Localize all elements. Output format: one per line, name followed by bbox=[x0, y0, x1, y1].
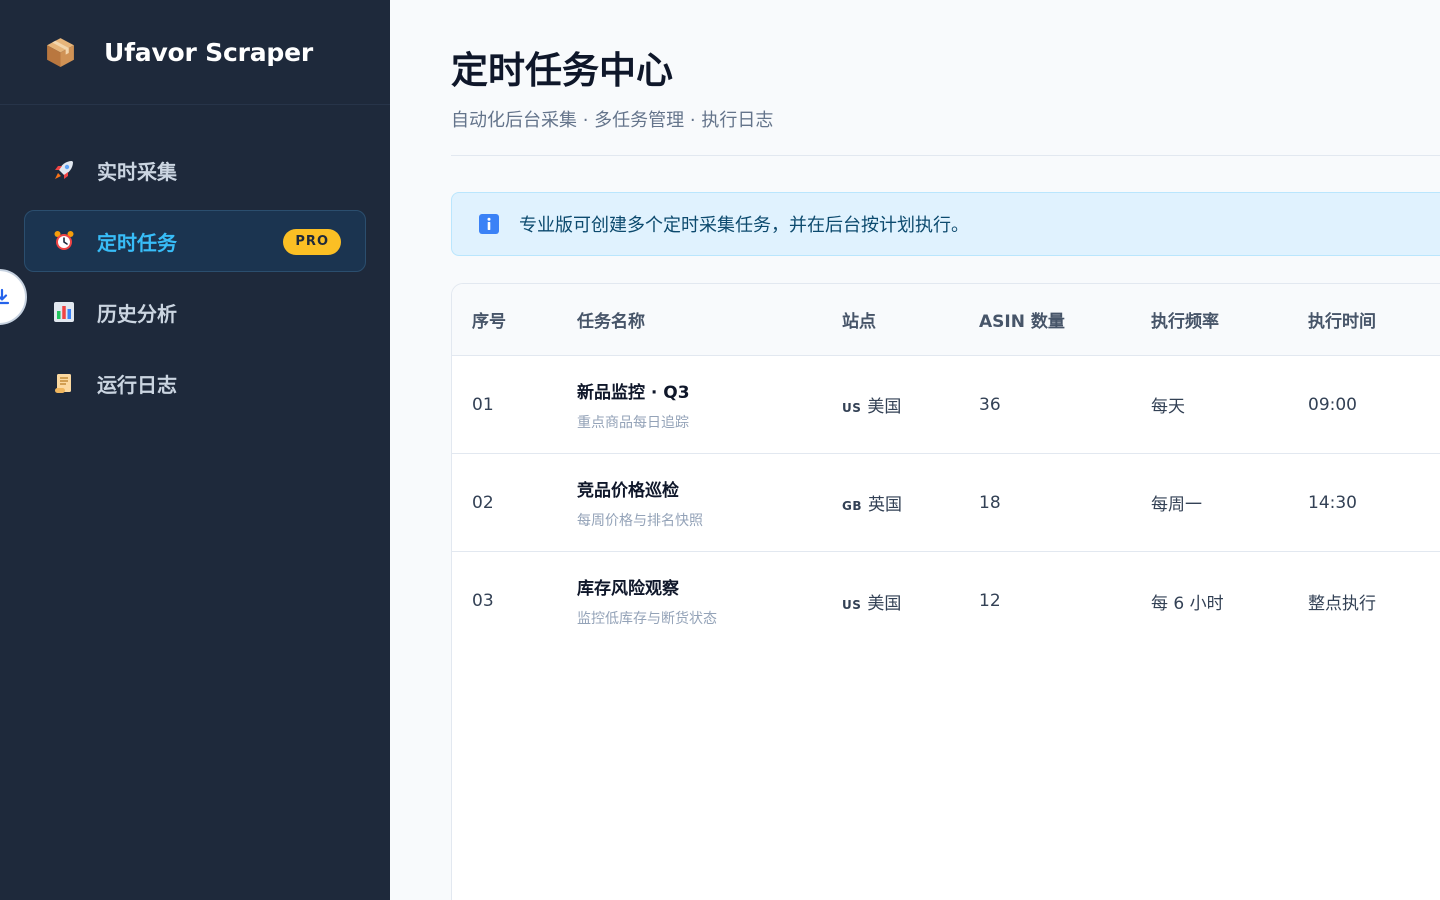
cell-task: 新品监控 · Q3 重点商品每日追踪 bbox=[577, 378, 842, 432]
rocket-icon bbox=[55, 161, 73, 179]
page-header: 定时任务中心 自动化后台采集 · 多任务管理 · 执行日志 bbox=[451, 0, 1440, 156]
task-description: 每周价格与排名快照 bbox=[577, 512, 703, 529]
bar-chart-icon bbox=[54, 302, 74, 322]
site-name: 美国 bbox=[867, 397, 902, 417]
app-name: Ufavor Scraper bbox=[104, 37, 313, 67]
sidebar-nav: 实时采集 定时任务 PRO 历史分析 运行日志 bbox=[0, 105, 390, 414]
sidebar-item-label: 定时任务 bbox=[97, 230, 177, 255]
site-flag-code: US bbox=[842, 401, 862, 415]
task-name: 库存风险观察 bbox=[577, 579, 679, 599]
page-subtitle: 自动化后台采集 · 多任务管理 · 执行日志 bbox=[451, 110, 774, 131]
site-flag-code: GB bbox=[842, 499, 862, 513]
cell-frequency: 每 6 小时 bbox=[1151, 593, 1224, 614]
table-row[interactable]: 02 竞品价格巡检 每周价格与排名快照 GB 英国 18 每周一 14:30 bbox=[452, 454, 1440, 552]
site-name: 英国 bbox=[868, 495, 902, 515]
info-icon bbox=[479, 214, 499, 234]
cell-frequency: 每天 bbox=[1151, 397, 1185, 417]
column-header-frequency[interactable]: 执行频率 bbox=[1151, 307, 1308, 332]
sidebar-item-scheduled[interactable]: 定时任务 PRO bbox=[24, 210, 366, 272]
task-description: 监控低库存与断货状态 bbox=[577, 611, 717, 627]
cell-time: 整点执行 bbox=[1308, 593, 1376, 614]
task-name: 竞品价格巡检 bbox=[577, 480, 679, 501]
site-flag-code: US bbox=[842, 597, 862, 612]
sidebar-item-label: 运行日志 bbox=[97, 372, 177, 397]
cell-site: US 美国 bbox=[842, 392, 979, 417]
download-arrow-icon bbox=[0, 288, 10, 305]
pro-badge: PRO bbox=[283, 229, 341, 255]
main-content: 定时任务中心 自动化后台采集 · 多任务管理 · 执行日志 专业版可创建多个定时… bbox=[390, 0, 1440, 900]
task-table: 序号 任务名称 站点 ASIN 数量 执行频率 执行时间 01 新品监控 · Q… bbox=[451, 283, 1440, 900]
column-header-index[interactable]: 序号 bbox=[452, 307, 577, 332]
cell-index: 02 bbox=[472, 492, 494, 513]
cell-time: 14:30 bbox=[1308, 492, 1357, 513]
cell-index: 03 bbox=[472, 591, 494, 611]
table-header: 序号 任务名称 站点 ASIN 数量 执行频率 执行时间 bbox=[452, 284, 1440, 356]
table-row[interactable]: 03 库存风险观察 监控低库存与断货状态 US 美国 12 每 6 小时 整点执行 bbox=[452, 552, 1440, 650]
cell-task: 库存风险观察 监控低库存与断货状态 bbox=[577, 574, 842, 628]
task-description: 重点商品每日追踪 bbox=[577, 414, 689, 431]
app-root: Ufavor Scraper 实时采集 定时任务 PRO 历史分析 运行日志 定… bbox=[0, 0, 1440, 900]
task-name: 新品监控 · Q3 bbox=[577, 382, 690, 403]
sidebar-item-history[interactable]: 历史分析 bbox=[24, 281, 366, 343]
column-header-site[interactable]: 站点 bbox=[842, 307, 979, 332]
cell-asin-count: 36 bbox=[979, 394, 1001, 415]
sidebar-item-label: 实时采集 bbox=[97, 159, 177, 184]
sidebar-item-logs[interactable]: 运行日志 bbox=[24, 352, 366, 414]
info-banner-text: 专业版可创建多个定时采集任务，并在后台按计划执行。 bbox=[519, 215, 969, 236]
package-box-icon bbox=[47, 37, 74, 67]
cell-site: US 美国 bbox=[842, 589, 979, 614]
alarm-clock-icon bbox=[54, 231, 74, 250]
cell-asin-count: 12 bbox=[979, 591, 1001, 611]
cell-frequency: 每周一 bbox=[1151, 495, 1202, 515]
column-header-name[interactable]: 任务名称 bbox=[577, 307, 842, 332]
site-name: 美国 bbox=[867, 593, 902, 614]
table-row[interactable]: 01 新品监控 · Q3 重点商品每日追踪 US 美国 36 每天 09:00 bbox=[452, 356, 1440, 454]
cell-asin-count: 18 bbox=[979, 492, 1001, 513]
page-title: 定时任务中心 bbox=[451, 49, 673, 92]
column-header-asin-count[interactable]: ASIN 数量 bbox=[979, 307, 1151, 332]
scroll-icon bbox=[55, 374, 71, 393]
cell-site: GB 英国 bbox=[842, 490, 979, 515]
brand: Ufavor Scraper bbox=[0, 0, 390, 105]
column-header-time[interactable]: 执行时间 bbox=[1308, 307, 1440, 332]
sidebar: Ufavor Scraper 实时采集 定时任务 PRO 历史分析 运行日志 bbox=[0, 0, 390, 900]
cell-task: 竞品价格巡检 每周价格与排名快照 bbox=[577, 476, 842, 530]
sidebar-item-label: 历史分析 bbox=[97, 301, 177, 326]
sidebar-item-realtime[interactable]: 实时采集 bbox=[24, 139, 366, 201]
cell-time: 09:00 bbox=[1308, 394, 1357, 415]
info-banner: 专业版可创建多个定时采集任务，并在后台按计划执行。 bbox=[451, 192, 1440, 256]
cell-index: 01 bbox=[472, 394, 494, 415]
